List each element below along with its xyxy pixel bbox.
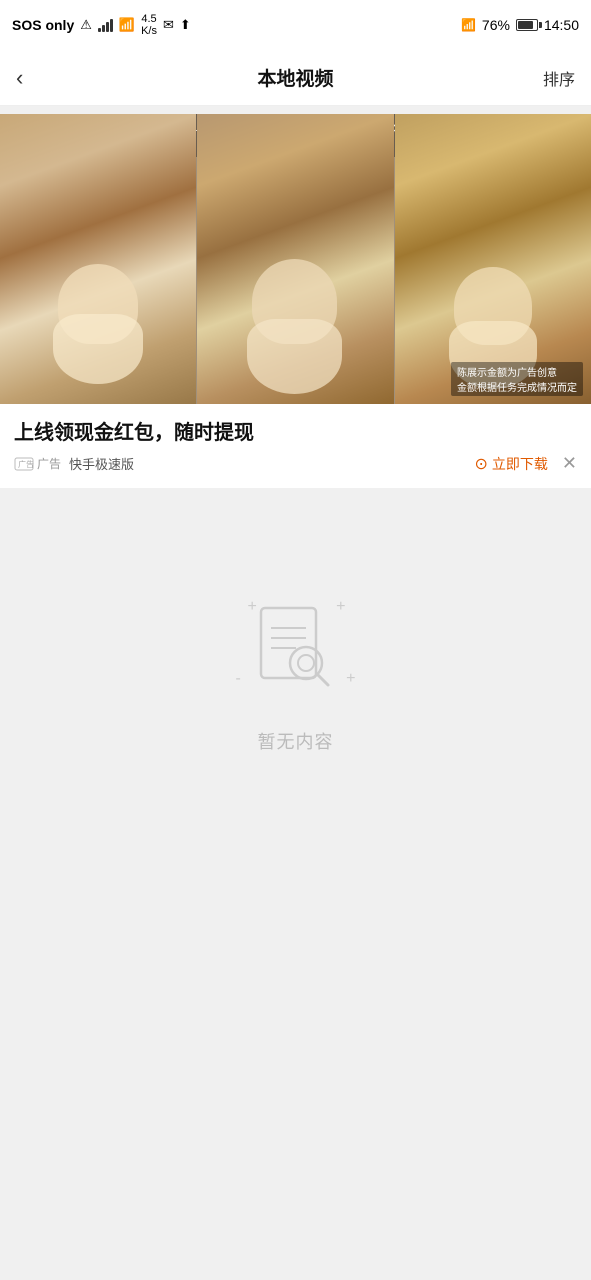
deco-plus-3: - [236, 670, 241, 688]
empty-document-icon [246, 598, 346, 698]
ad-card: 应用名称：快手极速版｜应用版本：11.8.30.6512｜开发者：北京快手科技有… [0, 114, 591, 488]
page-title: 本地视频 [257, 64, 333, 91]
sim-icon: 📶 [461, 18, 476, 32]
message-icon: ✉ [163, 17, 174, 33]
cat-image-1 [0, 114, 196, 404]
signal-icon [98, 18, 113, 32]
sos-label: SOS only [12, 17, 74, 33]
cat-image-2 [197, 114, 393, 404]
battery-percent: 76% [482, 17, 510, 33]
ad-image-container[interactable]: 应用名称：快手极速版｜应用版本：11.8.30.6512｜开发者：北京快手科技有… [0, 114, 591, 404]
status-left: SOS only ⚠ 📶 4.5 K/s ✉ ⬆ [12, 13, 191, 37]
ad-image-strip [0, 114, 591, 404]
download-arrow-icon: ⊙ [475, 454, 488, 474]
svg-text:广告: 广告 [18, 459, 34, 469]
ad-source: 快手极速版 [69, 454, 134, 473]
navbar: ‹ 本地视频 排序 [0, 50, 591, 106]
close-ad-button[interactable]: ✕ [562, 453, 577, 474]
battery-icon [516, 19, 538, 31]
empty-icon-container: + + - + [226, 588, 366, 708]
cat-image-3 [395, 114, 591, 404]
sos-warning-icon: ⚠ [80, 17, 92, 33]
ad-tag-icon: 广告 [14, 457, 34, 471]
status-bar: SOS only ⚠ 📶 4.5 K/s ✉ ⬆ 📶 76% 14:50 [0, 0, 591, 50]
upload-icon: ⬆ [180, 17, 191, 33]
time-display: 14:50 [544, 17, 579, 33]
ad-tag: 广告 广告 [14, 455, 61, 472]
data-speed: 4.5 K/s [141, 13, 157, 37]
empty-text: 暂无内容 [258, 728, 334, 754]
nav-divider [0, 106, 591, 114]
back-button[interactable]: ‹ [16, 65, 56, 91]
sort-button[interactable]: 排序 [535, 66, 575, 90]
ad-footer-right: ⊙ 立即下载 ✕ [475, 453, 578, 474]
wifi-icon: 📶 [119, 17, 135, 33]
ad-image-bottom-text: 陈展示金额为广告创意 金额根据任务完成情况而定 [451, 362, 583, 396]
ad-label: 广告 [37, 455, 61, 472]
ad-title: 上线领现金红包，随时提现 [0, 404, 591, 453]
ad-footer-left: 广告 广告 快手极速版 [14, 454, 134, 473]
download-button[interactable]: ⊙ 立即下载 [475, 454, 548, 474]
empty-state: + + - + 暂无内容 [0, 488, 591, 814]
ad-footer: 广告 广告 快手极速版 ⊙ 立即下载 ✕ [0, 453, 591, 488]
deco-plus-4: + [346, 670, 355, 688]
status-right: 📶 76% 14:50 [461, 17, 579, 33]
download-label: 立即下载 [492, 454, 548, 474]
